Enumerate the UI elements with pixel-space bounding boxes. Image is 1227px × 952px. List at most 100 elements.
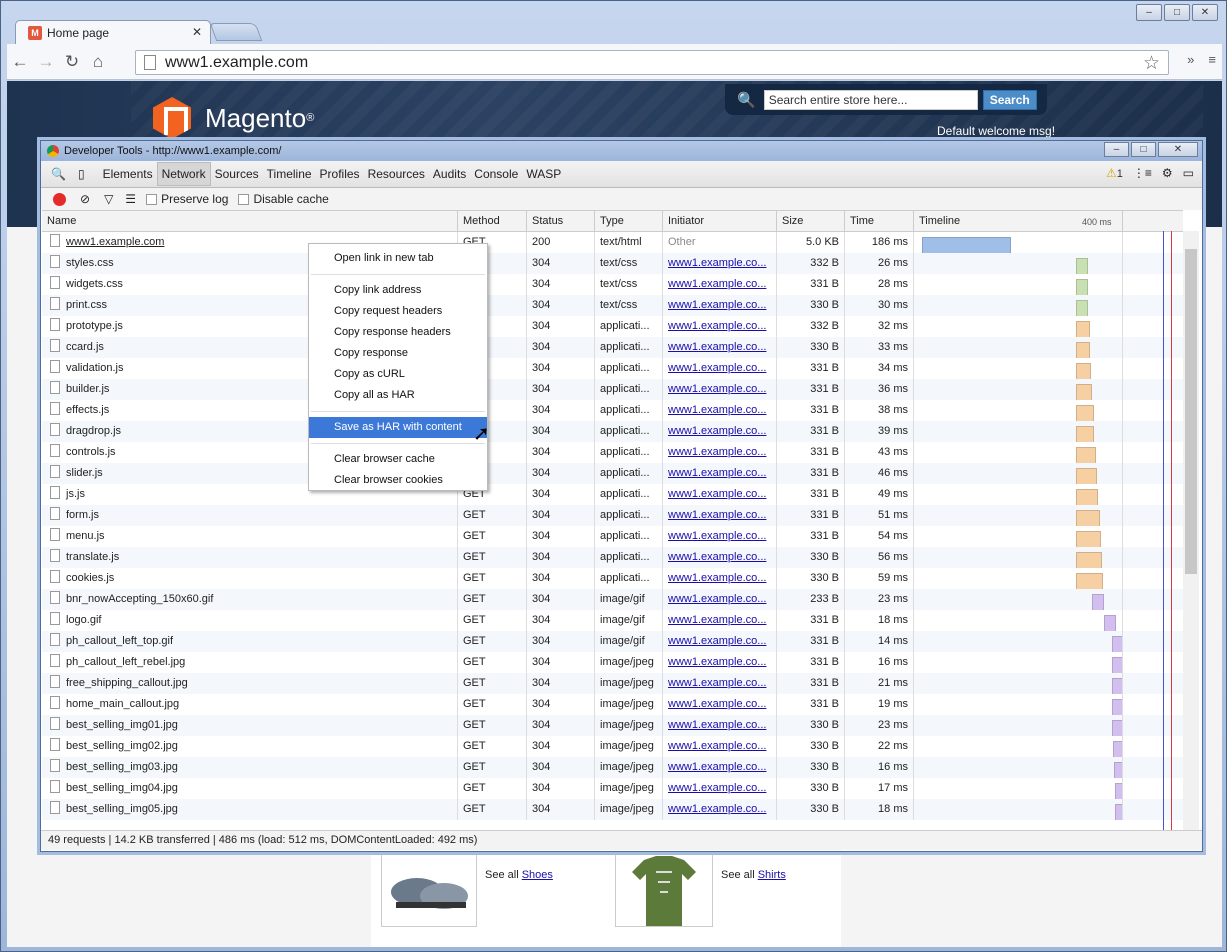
table-row[interactable]: www1.example.com GET 200 text/html Other 5.0 … — [42, 232, 1183, 253]
row-name[interactable]: best_selling_img03.jpg — [42, 757, 458, 778]
table-row[interactable]: best_selling_img03.jpg GET 304 image/jpeg ww… — [42, 757, 1183, 778]
filter-icon[interactable]: ▽ — [104, 192, 113, 206]
devtools-minimize-button[interactable]: – — [1104, 142, 1129, 157]
col-initiator[interactable]: Initiator — [663, 211, 777, 231]
tab-sources[interactable]: Sources — [211, 163, 263, 185]
file-name[interactable]: ph_callout_left_rebel.jpg — [66, 656, 185, 668]
file-name[interactable]: cookies.js — [66, 572, 114, 584]
file-name[interactable]: best_selling_img03.jpg — [66, 761, 178, 773]
large-rows-icon[interactable]: ☰ — [125, 192, 136, 206]
row-initiator[interactable]: www1.example.co... — [663, 400, 777, 421]
bookmark-star-icon[interactable]: ☆ — [1143, 52, 1160, 75]
row-initiator[interactable]: www1.example.co... — [663, 631, 777, 652]
row-initiator[interactable]: www1.example.co... — [663, 505, 777, 526]
table-row[interactable]: print.cssGET304text/csswww1.example.co..… — [42, 295, 1183, 316]
row-name[interactable]: home_main_callout.jpg — [42, 694, 458, 715]
tab-audits[interactable]: Audits — [429, 163, 470, 185]
file-name[interactable]: ccard.js — [66, 341, 104, 353]
close-tab-icon[interactable]: ✕ — [192, 25, 202, 39]
row-name[interactable]: best_selling_img05.jpg — [42, 799, 458, 820]
table-row[interactable]: effects.jsGET304applicati...www1.example… — [42, 400, 1183, 421]
row-initiator[interactable]: www1.example.co... — [663, 358, 777, 379]
clear-icon[interactable]: ⊘ — [80, 192, 90, 206]
file-name[interactable]: validation.js — [66, 362, 123, 374]
file-name[interactable]: best_selling_img04.jpg — [66, 782, 178, 794]
back-arrow-icon[interactable]: ← — [7, 52, 33, 72]
table-row[interactable]: best_selling_img04.jpg GET 304 image/jpeg ww… — [42, 778, 1183, 799]
shoes-link[interactable]: Shoes — [522, 869, 553, 881]
tab-console[interactable]: Console — [470, 163, 522, 185]
row-name[interactable]: bnr_nowAccepting_150x60.gif — [42, 589, 458, 610]
row-name[interactable]: menu.js — [42, 526, 458, 547]
table-row[interactable]: widgets.cssGET304text/csswww1.example.co… — [42, 274, 1183, 295]
console-drawer-icon[interactable]: ⋮≡ — [1133, 166, 1152, 180]
menu-icon[interactable]: ≡ — [1208, 52, 1216, 67]
table-row[interactable]: ph_callout_left_rebel.jpg GET 304 image/jpe… — [42, 652, 1183, 673]
shirt-product-image[interactable] — [615, 851, 713, 927]
table-row[interactable]: cookies.js GET 304 applicati... www1.example… — [42, 568, 1183, 589]
row-initiator[interactable]: www1.example.co... — [663, 274, 777, 295]
file-name[interactable]: prototype.js — [66, 320, 123, 332]
home-icon[interactable]: ⌂ — [85, 52, 111, 72]
search-button[interactable]: Search — [982, 89, 1037, 110]
tab-elements[interactable]: Elements — [99, 163, 157, 185]
table-row[interactable]: ccard.jsGET304applicati...www1.example.c… — [42, 337, 1183, 358]
menu-item[interactable]: Open link in new tab — [309, 248, 487, 269]
file-name[interactable]: best_selling_img05.jpg — [66, 803, 178, 815]
file-name[interactable]: slider.js — [66, 467, 103, 479]
tab-network[interactable]: Network — [156, 162, 211, 186]
devtools-close-button[interactable]: ✕ — [1158, 142, 1198, 157]
file-name[interactable]: bnr_nowAccepting_150x60.gif — [66, 593, 213, 605]
file-name[interactable]: form.js — [66, 509, 99, 521]
row-name[interactable]: ph_callout_left_rebel.jpg — [42, 652, 458, 673]
site-logo[interactable]: Magento ® — [153, 97, 314, 139]
file-name[interactable]: best_selling_img02.jpg — [66, 740, 178, 752]
menu-item[interactable]: Copy request headers — [309, 301, 487, 322]
row-initiator[interactable]: www1.example.co... — [663, 694, 777, 715]
devtools-maximize-button[interactable]: □ — [1131, 142, 1156, 157]
row-initiator[interactable]: www1.example.co... — [663, 652, 777, 673]
row-initiator[interactable]: www1.example.co... — [663, 337, 777, 358]
row-initiator[interactable]: www1.example.co... — [663, 736, 777, 757]
col-name[interactable]: Name — [42, 211, 458, 231]
file-name[interactable]: menu.js — [66, 530, 105, 542]
row-initiator[interactable]: www1.example.co... — [663, 526, 777, 547]
table-row[interactable]: home_main_callout.jpg GET 304 image/jpeg www… — [42, 694, 1183, 715]
file-name[interactable]: logo.gif — [66, 614, 101, 626]
row-name[interactable]: free_shipping_callout.jpg — [42, 673, 458, 694]
row-name[interactable]: best_selling_img01.jpg — [42, 715, 458, 736]
table-row[interactable]: styles.cssGET304text/csswww1.example.co.… — [42, 253, 1183, 274]
table-scrollbar[interactable] — [1183, 231, 1199, 830]
maximize-button[interactable]: □ — [1164, 4, 1190, 21]
dock-icon[interactable]: ▭ — [1183, 166, 1194, 180]
menu-item[interactable]: Clear browser cache — [309, 449, 487, 470]
file-name[interactable]: print.css — [66, 299, 107, 311]
table-row[interactable]: translate.js GET 304 applicati... www1.examp… — [42, 547, 1183, 568]
table-row[interactable]: form.js GET 304 applicati... www1.example.co… — [42, 505, 1183, 526]
shoes-product-image[interactable] — [381, 851, 477, 927]
menu-item[interactable]: Copy response — [309, 343, 487, 364]
file-name[interactable]: builder.js — [66, 383, 109, 395]
table-row[interactable]: validation.jsGET304applicati...www1.exam… — [42, 358, 1183, 379]
col-method[interactable]: Method — [458, 211, 527, 231]
menu-item[interactable]: Save as HAR with content — [309, 417, 487, 438]
gear-icon[interactable]: ⚙ — [1162, 166, 1173, 180]
row-initiator[interactable]: www1.example.co... — [663, 316, 777, 337]
table-row[interactable]: builder.jsGET304applicati...www1.example… — [42, 379, 1183, 400]
shirts-link[interactable]: Shirts — [758, 869, 786, 881]
file-name[interactable]: effects.js — [66, 404, 109, 416]
table-row[interactable]: best_selling_img02.jpg GET 304 image/jpeg ww… — [42, 736, 1183, 757]
row-initiator[interactable]: www1.example.co... — [663, 568, 777, 589]
menu-item[interactable]: Copy link address — [309, 280, 487, 301]
table-row[interactable]: js.js GET 304 applicati... www1.example.co..… — [42, 484, 1183, 505]
row-initiator[interactable]: www1.example.co... — [663, 610, 777, 631]
file-name[interactable]: best_selling_img01.jpg — [66, 719, 178, 731]
address-bar[interactable]: www1.example.com ☆ — [135, 50, 1169, 75]
forward-arrow-icon[interactable]: → — [33, 52, 59, 72]
row-initiator[interactable]: www1.example.co... — [663, 295, 777, 316]
tab-wasp[interactable]: WASP — [522, 163, 565, 185]
preserve-log-checkbox[interactable] — [146, 193, 158, 205]
row-initiator[interactable]: www1.example.co... — [663, 421, 777, 442]
extensions-chevron-icon[interactable]: » — [1187, 52, 1194, 67]
row-initiator[interactable]: www1.example.co... — [663, 442, 777, 463]
